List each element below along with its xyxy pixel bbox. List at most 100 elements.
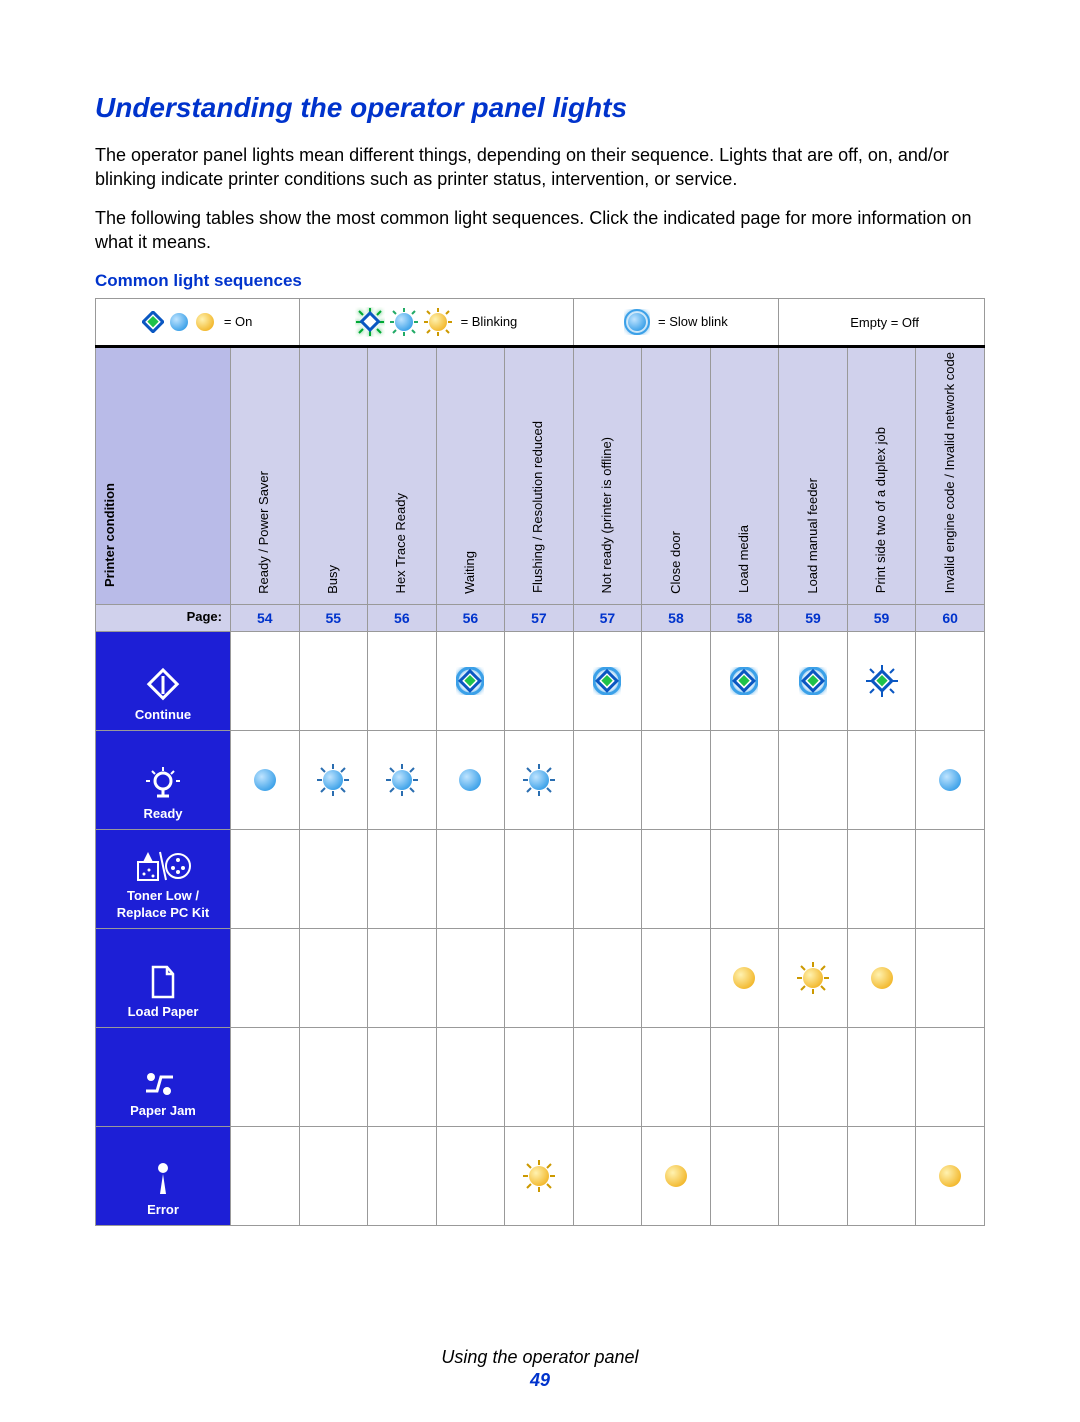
light-cell: [299, 1126, 368, 1225]
table-title: Common light sequences: [95, 270, 985, 292]
page-link[interactable]: 57: [531, 610, 547, 626]
light-cell: [299, 928, 368, 1027]
circle-slow-icon: [624, 309, 650, 335]
page-link[interactable]: 58: [737, 610, 753, 626]
page-link[interactable]: 59: [874, 610, 890, 626]
light-cell: [779, 1027, 848, 1126]
toner-icon: [96, 848, 230, 884]
light-cell: [231, 1126, 300, 1225]
light-on-g-icon: [730, 671, 758, 687]
light-cell: [847, 1126, 916, 1225]
light-cell: [779, 829, 848, 928]
light-cell: [710, 730, 779, 829]
light-on-b-icon: [457, 770, 483, 786]
light-cell: [368, 1027, 437, 1126]
legend-off: Empty = Off: [779, 299, 985, 347]
light-cell: [779, 1126, 848, 1225]
light-cell: [642, 1027, 711, 1126]
row-header-error: Error: [96, 1126, 231, 1225]
light-on-b-icon: [937, 770, 963, 786]
light-cell: [505, 631, 574, 730]
light-cell: [779, 730, 848, 829]
light-cell: [436, 1027, 505, 1126]
circle-yellow-icon: [194, 311, 216, 333]
light-cell: [710, 1027, 779, 1126]
circle-blue-icon: [168, 311, 190, 333]
light-cell: [505, 730, 574, 829]
light-cell: [642, 829, 711, 928]
light-cell: [505, 1027, 574, 1126]
light-cell: [505, 1126, 574, 1225]
light-cell: [368, 730, 437, 829]
light-cell: [368, 1126, 437, 1225]
light-cell: [642, 928, 711, 1027]
light-cell: [573, 1027, 642, 1126]
page-link[interactable]: 56: [394, 610, 410, 626]
page-link[interactable]: 58: [668, 610, 684, 626]
table-row: Continue: [96, 631, 985, 730]
light-cell: [231, 928, 300, 1027]
light-cell: [916, 928, 985, 1027]
loadpaper-icon: [96, 964, 230, 1000]
page-link[interactable]: 54: [257, 610, 273, 626]
light-cell: [710, 1126, 779, 1225]
light-on-y-icon: [869, 968, 895, 984]
light-cell: [505, 928, 574, 1027]
light-cell: [642, 730, 711, 829]
light-on-y-icon: [731, 968, 757, 984]
light-blink-b-icon: [316, 770, 350, 786]
diamond-blink-icon: [355, 307, 385, 337]
light-cell: [710, 829, 779, 928]
light-cell: [779, 928, 848, 1027]
legend-slow: = Slow blink: [573, 299, 779, 347]
light-on-g-icon: [456, 671, 484, 687]
light-cell: [573, 1126, 642, 1225]
light-cell: [436, 1126, 505, 1225]
light-cell: [916, 1027, 985, 1126]
page-link[interactable]: 55: [326, 610, 342, 626]
circle-yellow-blink-icon: [423, 307, 453, 337]
light-cell: [231, 631, 300, 730]
page-row: Page: 54 55 56 56 57 57 58 58 59 59 60: [96, 604, 985, 631]
light-cell: [573, 730, 642, 829]
light-cell: [299, 730, 368, 829]
legend-blinking: = Blinking: [299, 299, 573, 347]
column-header-row: Printer condition Ready / Power Saver Bu…: [96, 347, 985, 605]
light-on-g-icon: [799, 671, 827, 687]
page-link[interactable]: 57: [600, 610, 616, 626]
light-blink-g-icon: [865, 671, 899, 687]
page-title: Understanding the operator panel lights: [95, 90, 985, 126]
paperjam-icon: [96, 1069, 230, 1099]
row-header-toner: Toner Low /Replace PC Kit: [96, 829, 231, 928]
page-link[interactable]: 59: [805, 610, 821, 626]
light-cell: [847, 928, 916, 1027]
row-header-loadpaper: Load Paper: [96, 928, 231, 1027]
ready-icon: [96, 766, 230, 802]
light-cell: [573, 829, 642, 928]
light-cell: [299, 631, 368, 730]
error-icon: [96, 1162, 230, 1198]
legend-on: = On: [96, 299, 300, 347]
light-cell: [368, 829, 437, 928]
light-cell: [642, 631, 711, 730]
light-cell: [436, 928, 505, 1027]
light-cell: [299, 829, 368, 928]
light-cell: [642, 1126, 711, 1225]
light-blink-y-icon: [522, 1166, 556, 1182]
light-cell: [505, 829, 574, 928]
light-cell: [710, 928, 779, 1027]
light-cell: [231, 829, 300, 928]
table-row: Toner Low /Replace PC Kit: [96, 829, 985, 928]
light-cell: [436, 631, 505, 730]
page-link[interactable]: 56: [463, 610, 479, 626]
light-cell: [436, 730, 505, 829]
light-cell: [368, 928, 437, 1027]
row-header-continue: Continue: [96, 631, 231, 730]
footer: Using the operator panel 49: [95, 1346, 985, 1393]
light-cell: [779, 631, 848, 730]
row-header-ready: Ready: [96, 730, 231, 829]
light-cell: [916, 631, 985, 730]
light-cell: [299, 1027, 368, 1126]
light-cell: [916, 1126, 985, 1225]
page-link[interactable]: 60: [942, 610, 958, 626]
